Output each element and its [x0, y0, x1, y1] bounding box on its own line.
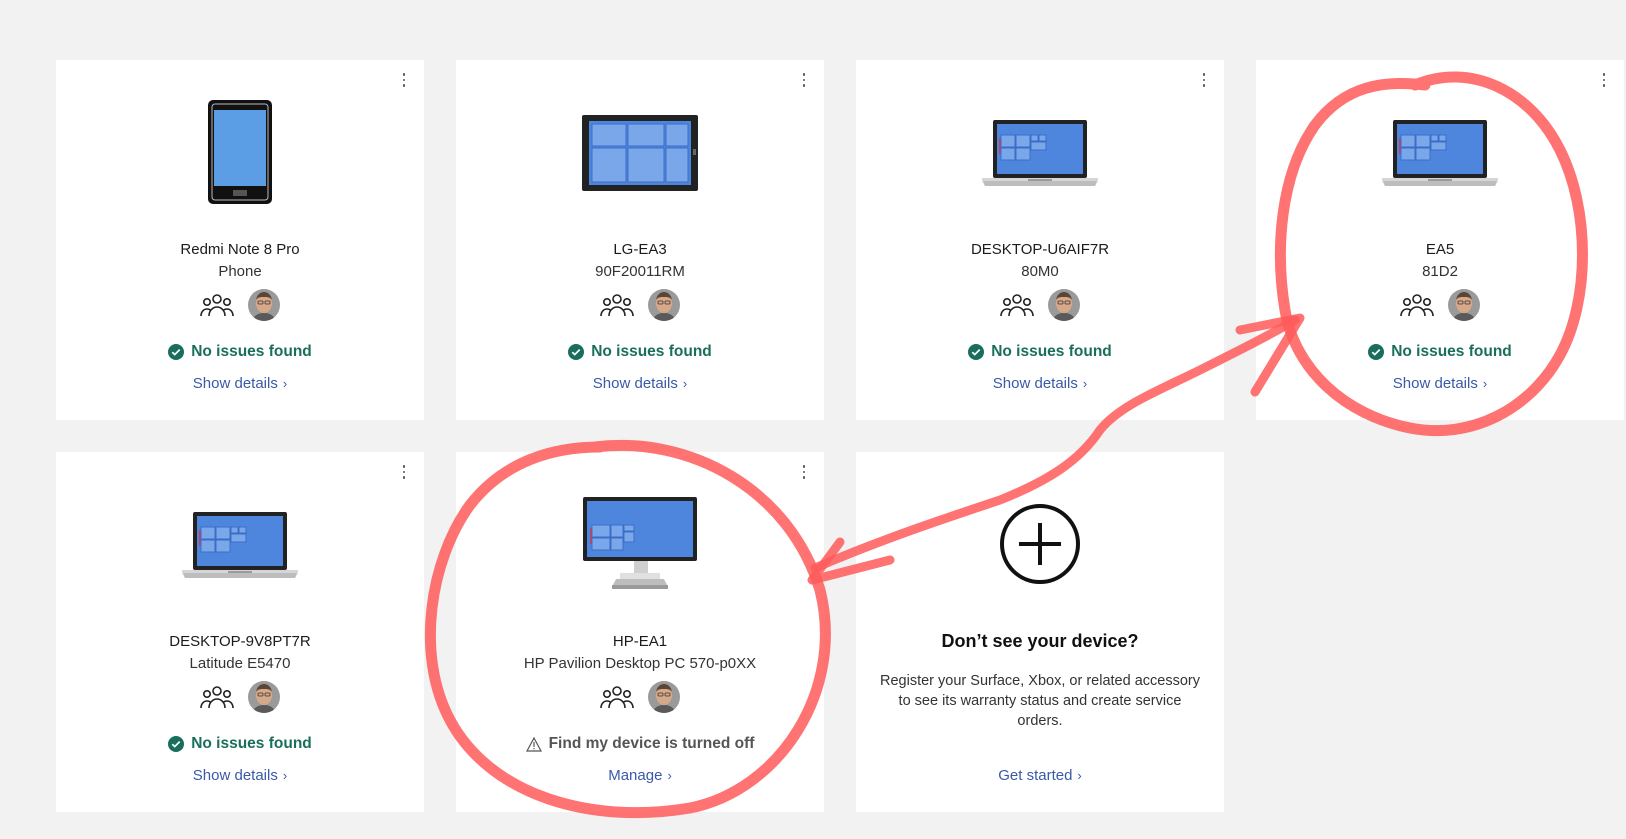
check-circle-icon [168, 736, 185, 752]
show-details-link[interactable]: Show details › [456, 375, 824, 392]
status-indicator: No issues found [56, 735, 424, 753]
device-card: DESKTOP-9V8PT7R Latitude E5470 No issues… [56, 452, 424, 812]
more-options-button[interactable] [394, 462, 414, 482]
device-name: DESKTOP-U6AIF7R [970, 241, 1110, 258]
device-card: EA5 81D2 No issues found Show details › [1256, 60, 1624, 420]
family-group-icon [600, 294, 634, 317]
user-avatar[interactable] [248, 289, 280, 321]
show-details-link[interactable]: Show details › [56, 767, 424, 784]
show-details-link[interactable]: Show details › [856, 375, 1224, 392]
more-options-button[interactable] [794, 70, 814, 90]
status-indicator: No issues found [456, 343, 824, 361]
chevron-right-icon: › [1082, 376, 1088, 391]
chevron-right-icon: › [282, 376, 288, 391]
family-group-icon [1400, 294, 1434, 317]
status-indicator: No issues found [856, 343, 1224, 361]
status-text: No issues found [191, 735, 312, 752]
desktop-monitor-icon [456, 490, 824, 600]
device-model: Phone [218, 263, 262, 280]
manage-link[interactable]: Manage › [456, 767, 824, 784]
add-device-title: Don’t see your device? [941, 631, 1139, 651]
check-circle-icon [1368, 344, 1385, 360]
device-card: DESKTOP-U6AIF7R 80M0 No issues found Sho… [856, 60, 1224, 420]
device-model: 80M0 [1021, 263, 1059, 280]
status-text: Find my device is turned off [548, 735, 755, 752]
check-circle-icon [968, 344, 985, 360]
laptop-icon [1256, 98, 1624, 208]
family-group-icon [200, 294, 234, 317]
device-name: HP-EA1 [612, 633, 668, 650]
phone-icon [56, 98, 424, 208]
device-model: Latitude E5470 [189, 655, 291, 672]
check-circle-icon [168, 344, 185, 360]
more-options-button[interactable] [1194, 70, 1214, 90]
get-started-link[interactable]: Get started › [856, 767, 1224, 784]
device-card: Redmi Note 8 Pro Phone No issues found S… [56, 60, 424, 420]
family-group-icon [200, 686, 234, 709]
device-model: HP Pavilion Desktop PC 570-p0XX [523, 655, 757, 672]
device-model: 90F20011RM [595, 263, 685, 280]
chevron-right-icon: › [667, 768, 672, 783]
laptop-icon [856, 98, 1224, 208]
device-name: DESKTOP-9V8PT7R [169, 633, 311, 650]
tablet-icon [456, 98, 824, 208]
chevron-right-icon: › [1077, 768, 1082, 783]
device-card: LG-EA3 90F20011RM No issues found Show d… [456, 60, 824, 420]
chevron-right-icon: › [1482, 376, 1488, 391]
more-options-button[interactable] [794, 462, 814, 482]
device-name: LG-EA3 [613, 241, 667, 258]
chevron-right-icon: › [682, 376, 688, 391]
status-text: No issues found [591, 343, 712, 360]
plus-circle-icon[interactable] [856, 502, 1224, 586]
user-avatar[interactable] [648, 289, 680, 321]
family-group-icon [600, 686, 634, 709]
status-indicator: No issues found [56, 343, 424, 361]
warning-triangle-icon [525, 736, 542, 752]
add-device-description: Register your Surface, Xbox, or related … [880, 673, 1200, 729]
device-name: EA5 [1425, 241, 1455, 258]
more-options-button[interactable] [394, 70, 414, 90]
chevron-right-icon: › [282, 768, 288, 783]
show-details-link[interactable]: Show details › [1256, 375, 1624, 392]
user-avatar[interactable] [248, 681, 280, 713]
laptop-icon [56, 490, 424, 600]
status-text: No issues found [1391, 343, 1512, 360]
user-avatar[interactable] [1448, 289, 1480, 321]
status-indicator: Find my device is turned off [456, 735, 824, 753]
status-indicator: No issues found [1256, 343, 1624, 361]
status-text: No issues found [991, 343, 1112, 360]
check-circle-icon [568, 344, 585, 360]
add-device-card: Don’t see your device? Register your Sur… [856, 452, 1224, 812]
more-options-button[interactable] [1594, 70, 1614, 90]
device-name: Redmi Note 8 Pro [180, 241, 300, 258]
device-card: HP-EA1 HP Pavilion Desktop PC 570-p0XX F… [456, 452, 824, 812]
status-text: No issues found [191, 343, 312, 360]
user-avatar[interactable] [648, 681, 680, 713]
device-model: 81D2 [1422, 263, 1458, 280]
show-details-link[interactable]: Show details › [56, 375, 424, 392]
user-avatar[interactable] [1048, 289, 1080, 321]
family-group-icon [1000, 294, 1034, 317]
